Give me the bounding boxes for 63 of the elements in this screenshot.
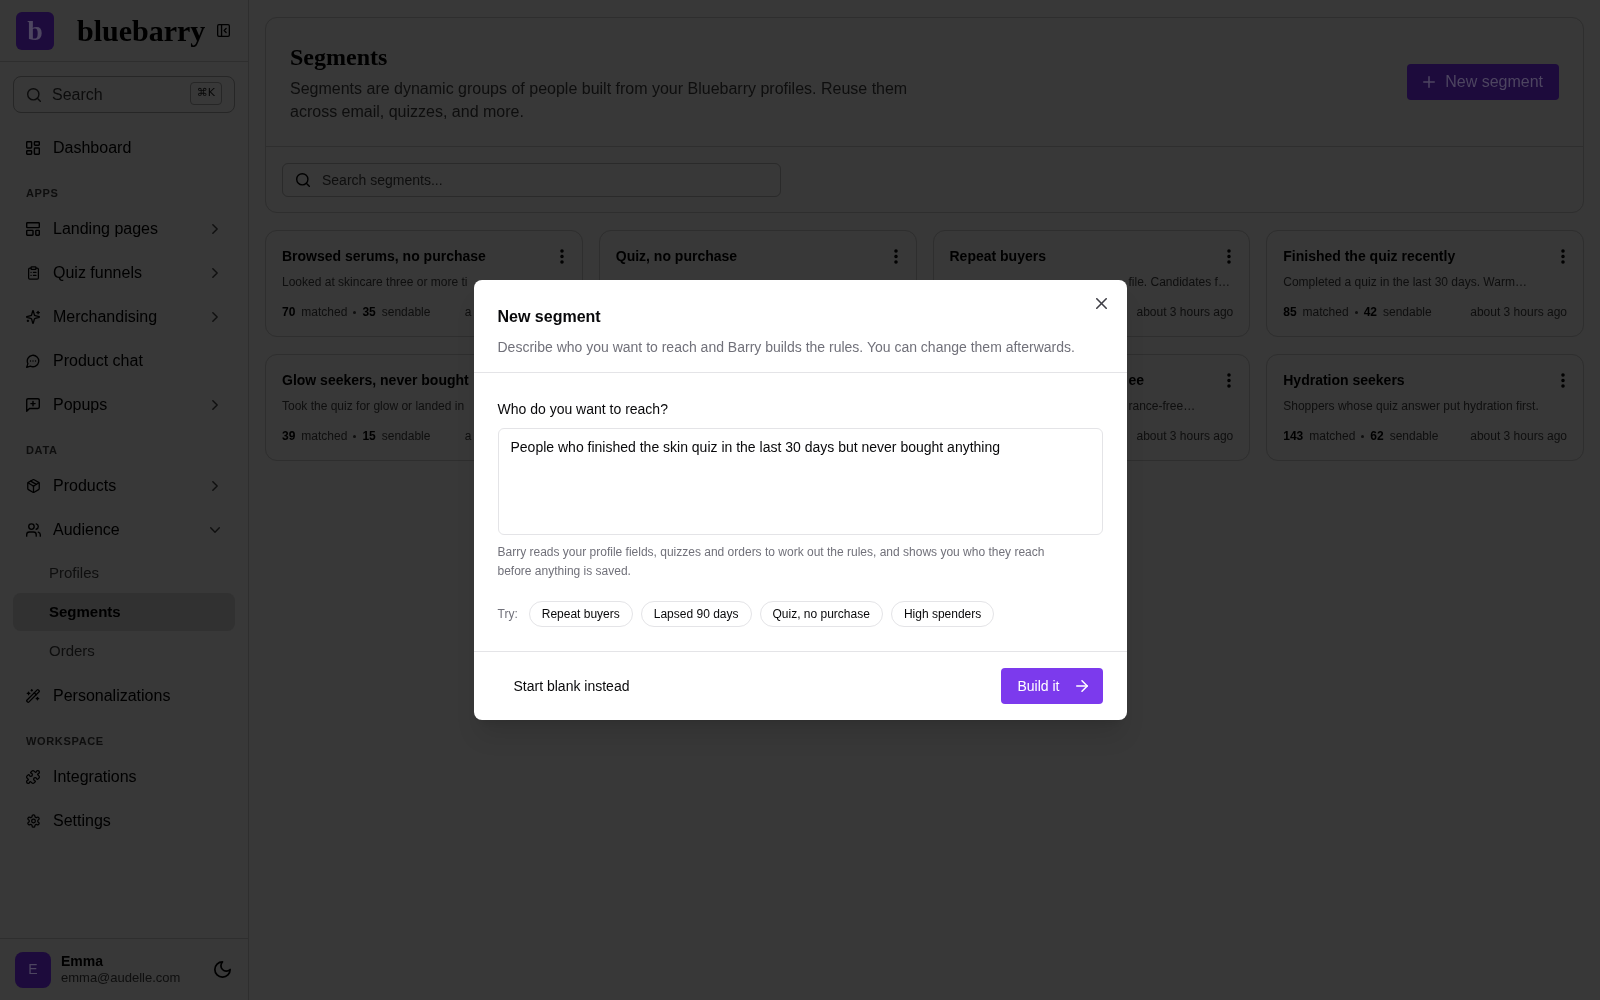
nav-item[interactable]: Audience bbox=[13, 508, 235, 552]
nav-item[interactable]: Personalizations bbox=[13, 674, 235, 718]
field-label: Who do you want to reach? bbox=[497, 400, 669, 419]
dialog-title: New segment bbox=[497, 307, 602, 327]
build-button[interactable]: Build it bbox=[1001, 668, 1103, 704]
people-icon bbox=[25, 523, 41, 537]
dot-separator-icon bbox=[1354, 310, 1358, 314]
sparkle-icon bbox=[26, 310, 40, 324]
card-title: Finished the quiz recently bbox=[1283, 247, 1456, 266]
suggestion-chip[interactable]: High spenders bbox=[890, 601, 995, 627]
card-title: Browsed serums, no purchase bbox=[282, 247, 486, 266]
nav-item[interactable]: Quiz funnels bbox=[13, 251, 235, 295]
suggestion-chip[interactable]: Lapsed 90 days bbox=[640, 601, 752, 627]
help-text: Barry reads your profile fields, quizzes and orders to work out the rules, and shows you who they reach before anything is saved. bbox=[497, 544, 1046, 580]
nav-item[interactable]: Products bbox=[13, 464, 235, 508]
suggestion-chip[interactable]: Repeat buyers bbox=[528, 601, 633, 627]
moon-icon[interactable] bbox=[214, 961, 231, 978]
arrow-right-icon bbox=[1075, 680, 1088, 692]
chat-bubble-icon bbox=[26, 354, 40, 368]
brand-name: bluebarry bbox=[77, 15, 206, 46]
nav-item[interactable]: Settings bbox=[13, 799, 235, 843]
suggestions-label: Try: bbox=[497, 606, 518, 623]
search-icon bbox=[296, 173, 310, 187]
nav-item[interactable]: Integrations bbox=[13, 755, 235, 799]
dot-separator-icon bbox=[353, 434, 357, 438]
prompt-field[interactable]: People who finished the skin quiz in the last 30 days but never bought anything bbox=[497, 428, 1103, 535]
start-blank-button[interactable]: Start blank instead bbox=[497, 668, 646, 704]
nav-item[interactable]: Popups bbox=[13, 383, 235, 427]
dashboard-icon bbox=[26, 141, 40, 155]
page-title: Segments bbox=[290, 43, 389, 72]
vertical-dots-icon[interactable] bbox=[559, 248, 564, 264]
dot-separator-icon bbox=[353, 310, 357, 314]
vertical-dots-icon[interactable] bbox=[1561, 372, 1565, 388]
nav-item[interactable]: Merchandising bbox=[13, 295, 235, 339]
dialog-description: Describe who you want to reach and Barry builds the rules. You can change them afterwards. bbox=[497, 338, 1076, 357]
cube-icon bbox=[26, 479, 40, 493]
settings-icon bbox=[26, 814, 40, 828]
avatar: E bbox=[15, 951, 51, 988]
vertical-dots-icon[interactable] bbox=[1227, 372, 1232, 388]
close-icon[interactable] bbox=[1095, 298, 1107, 309]
logo-mark: b bbox=[16, 11, 54, 50]
plus-icon bbox=[1423, 76, 1436, 88]
card-title: Quiz, no purchase bbox=[615, 247, 738, 266]
sidebar-toggle-icon[interactable] bbox=[217, 24, 230, 37]
clipboard-icon bbox=[27, 266, 39, 280]
nav-item[interactable]: Product chat bbox=[13, 339, 235, 383]
nav-item[interactable]: Landing pages bbox=[13, 207, 235, 251]
vertical-dots-icon[interactable] bbox=[1561, 248, 1565, 264]
card-title: Repeat buyers bbox=[949, 247, 1046, 266]
puzzle-icon bbox=[26, 770, 40, 784]
suggestion-chip[interactable]: Quiz, no purchase bbox=[759, 601, 883, 627]
search-icon bbox=[27, 87, 41, 102]
new-segment-button[interactable]: New segment bbox=[1407, 64, 1559, 100]
layout-icon bbox=[26, 222, 40, 236]
user-name: Emma bbox=[61, 953, 105, 970]
vertical-dots-icon[interactable] bbox=[893, 248, 898, 264]
dot-separator-icon bbox=[1361, 434, 1365, 438]
card-title: Glow seekers, never bought bbox=[282, 371, 469, 390]
vertical-dots-icon[interactable] bbox=[1227, 248, 1232, 264]
card-title: Hydration seekers bbox=[1283, 371, 1405, 390]
magic-wand-icon bbox=[26, 689, 40, 703]
nav-item[interactable]: Dashboard bbox=[13, 126, 235, 170]
message-plus-icon bbox=[26, 398, 40, 412]
